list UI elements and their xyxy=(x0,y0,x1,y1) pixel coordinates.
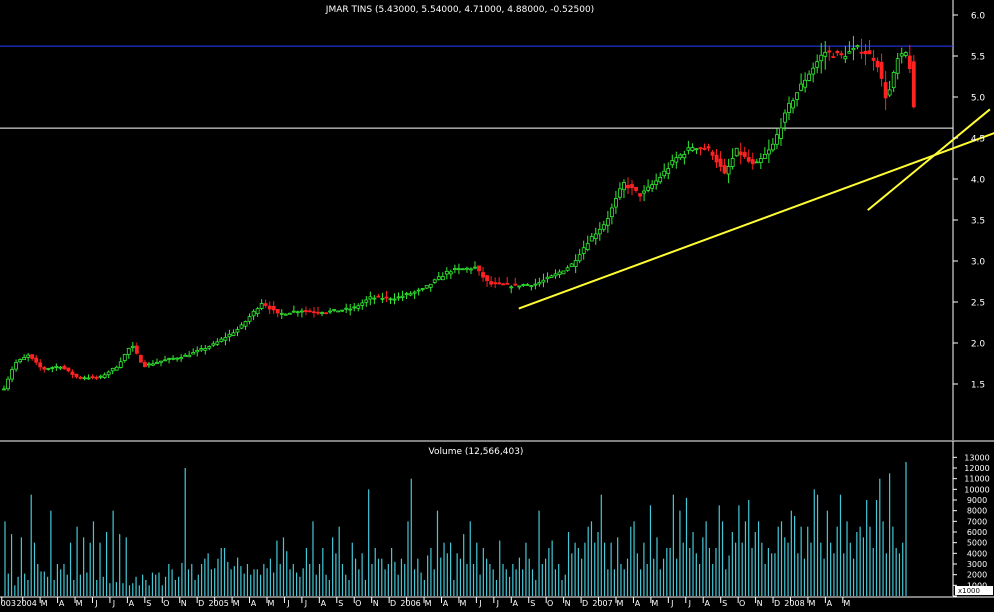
x-tick-label: A xyxy=(321,599,327,608)
x-tick-label: A xyxy=(635,599,641,608)
x-tick-label: D xyxy=(582,599,588,608)
volume-tick-label: 4000 xyxy=(967,549,987,558)
x-tick-label: 2005 xyxy=(208,599,228,608)
x-tick-label: D xyxy=(390,599,396,608)
x-tick-label: 2006 xyxy=(400,599,420,608)
x-tick-label: J xyxy=(688,599,691,608)
x-tick-label: S xyxy=(530,599,535,608)
price-title: JMAR TINS (5.43000, 5.54000, 4.71000, 4.… xyxy=(325,5,594,15)
x-tick-label: 2007 xyxy=(592,599,612,608)
volume-tick-label: 6000 xyxy=(967,528,987,537)
x-tick-label: A xyxy=(443,599,449,608)
x-tick-label: M xyxy=(76,599,83,608)
x-tick-label: S xyxy=(338,599,343,608)
price-candle xyxy=(561,270,566,275)
x-tick-label: M xyxy=(459,599,466,608)
price-candle xyxy=(138,354,143,363)
price-candle xyxy=(287,312,292,315)
x-tick-label: O xyxy=(355,599,361,608)
chart-background xyxy=(0,0,994,608)
x-tick-label: A xyxy=(251,599,257,608)
chart-canvas[interactable]: 6.0 5.5 5.0 4.5 4.0 3.5 3.0 2.5 2.0 1.5 JMAR TINS… xyxy=(0,0,994,608)
volume-tick-label: 7000 xyxy=(967,517,987,526)
x-tick-label: M xyxy=(425,599,432,608)
x-tick-label: A xyxy=(513,599,519,608)
x-tick-label: O xyxy=(739,599,745,608)
volume-tick-label: 11000 xyxy=(964,475,989,484)
volume-tick-label: 5000 xyxy=(967,539,987,548)
x-tick-label: J xyxy=(670,599,673,608)
x-tick-label: D xyxy=(198,599,204,608)
price-candle xyxy=(336,310,341,313)
x-tick-label: 2008 xyxy=(784,599,804,608)
x-tick-label: M xyxy=(41,599,48,608)
price-tick-label: 6.0 xyxy=(971,12,986,22)
price-candle xyxy=(324,312,328,315)
volume-tick-label: 9000 xyxy=(967,496,987,505)
chart-window: 6.0 5.5 5.0 4.5 4.0 3.5 3.0 2.5 2.0 1.5 JMAR TINS… xyxy=(0,0,994,608)
volume-tick-label: 3000 xyxy=(967,560,987,569)
x-tick-label: D xyxy=(774,599,780,608)
price-candle xyxy=(911,55,916,109)
price-candle xyxy=(734,147,739,157)
x-tick-label: J xyxy=(94,599,97,608)
x-tick-label: M xyxy=(268,599,275,608)
x-tick-label: N xyxy=(565,599,571,608)
x-tick-label: 2004 xyxy=(17,599,37,608)
x-tick-label: 2003 xyxy=(0,599,16,608)
price-tick-label: 4.0 xyxy=(971,176,986,186)
volume-tick-label: 10000 xyxy=(964,485,989,494)
volume-tick-label: 2000 xyxy=(967,571,987,580)
x-tick-label: A xyxy=(704,599,710,608)
price-tick-label: 3.5 xyxy=(971,217,985,227)
x-tick-label: M xyxy=(617,599,624,608)
x-tick-label: M xyxy=(651,599,658,608)
x-tick-label: O xyxy=(163,599,169,608)
x-tick-label: A xyxy=(129,599,135,608)
price-tick-label: 1.5 xyxy=(971,381,985,391)
price-tick-label: 2.0 xyxy=(971,340,986,350)
volume-tick-label: 8000 xyxy=(967,507,987,516)
x-tick-label: J xyxy=(478,599,481,608)
price-tick-label: 2.5 xyxy=(971,299,985,309)
volume-title: Volume (12,566,403) xyxy=(429,447,524,457)
x-tick-label: A xyxy=(827,599,833,608)
price-tick-label: 5.0 xyxy=(971,94,986,104)
x-tick-label: S xyxy=(146,599,151,608)
volume-unit-label: x1000 xyxy=(958,587,980,595)
x-tick-label: M xyxy=(843,599,850,608)
volume-tick-label: 12000 xyxy=(964,464,989,473)
x-tick-label: J xyxy=(304,599,307,608)
price-candle xyxy=(569,263,574,268)
price-tick-label: 4.5 xyxy=(971,135,985,145)
x-tick-label: N xyxy=(757,599,763,608)
price-candle xyxy=(424,285,429,289)
x-tick-label: J xyxy=(496,599,499,608)
volume-tick-label: 13000 xyxy=(964,453,989,462)
x-tick-label: O xyxy=(547,599,553,608)
x-tick-label: N xyxy=(373,599,379,608)
x-tick-label: M xyxy=(233,599,240,608)
x-tick-label: M xyxy=(808,599,815,608)
x-tick-label: S xyxy=(722,599,727,608)
price-tick-label: 3.0 xyxy=(971,258,986,268)
x-tick-label: J xyxy=(112,599,115,608)
price-tick-label: 5.5 xyxy=(971,53,985,63)
x-tick-label: N xyxy=(181,599,187,608)
x-tick-label: J xyxy=(286,599,289,608)
x-tick-label: A xyxy=(59,599,65,608)
